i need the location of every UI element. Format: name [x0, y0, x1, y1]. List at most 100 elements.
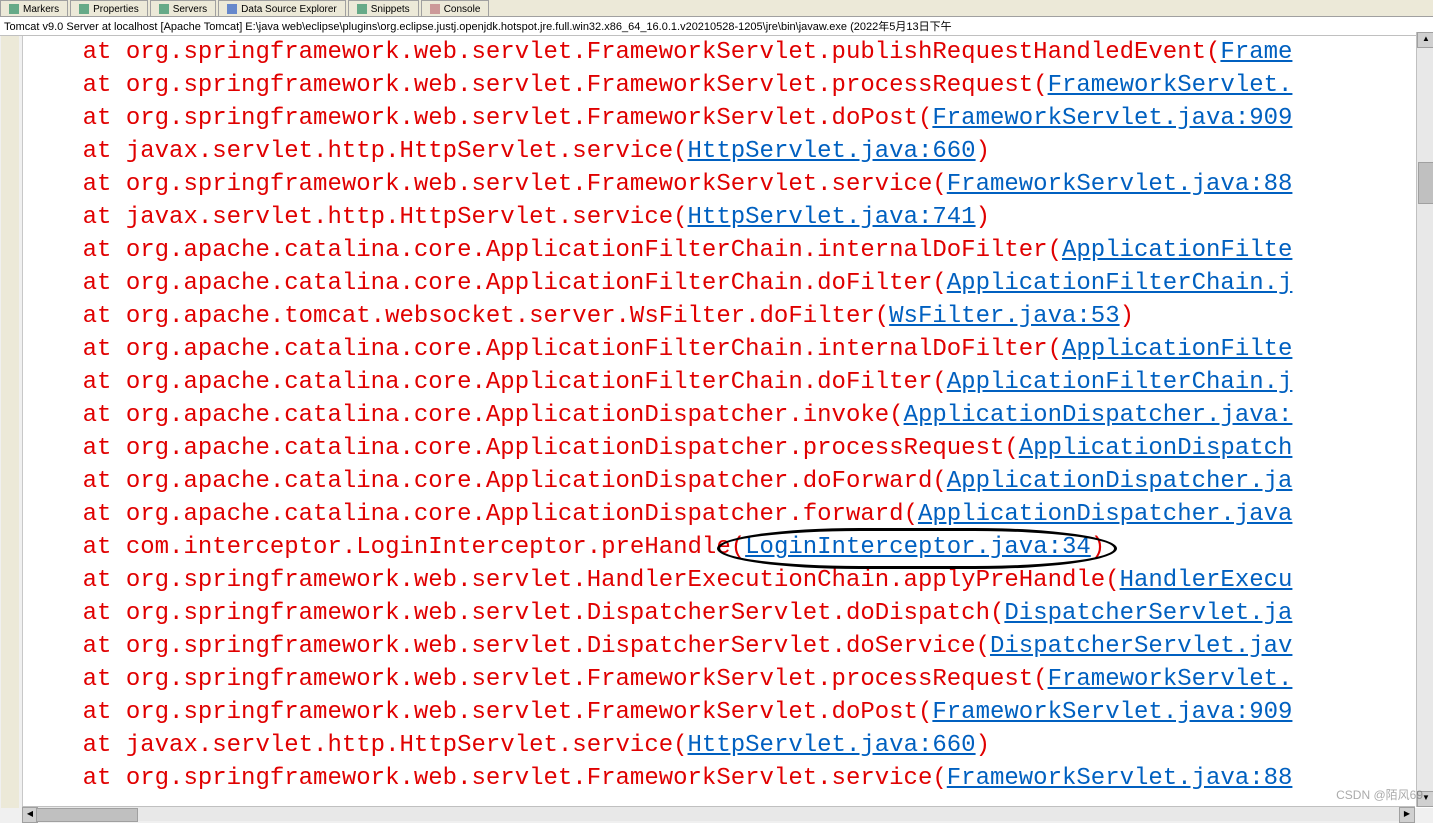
- stack-class-method: javax.servlet.http.HttpServlet.service: [126, 204, 673, 231]
- open-paren: (: [731, 534, 745, 561]
- scroll-up-arrow-icon[interactable]: ▲: [1417, 32, 1433, 48]
- open-paren: (: [932, 270, 946, 297]
- open-paren: (: [1033, 72, 1047, 99]
- stack-class-method: org.springframework.web.servlet.Framewor…: [126, 666, 1033, 693]
- stack-trace-line: at org.springframework.web.servlet.Frame…: [25, 69, 1433, 102]
- stack-source-link[interactable]: FrameworkServlet.java:909: [932, 105, 1292, 132]
- open-paren: (: [932, 765, 946, 792]
- stack-at-keyword: at: [25, 39, 126, 66]
- tab-servers[interactable]: Servers: [150, 0, 216, 16]
- open-paren: (: [1048, 237, 1062, 264]
- stack-at-keyword: at: [25, 204, 126, 231]
- stack-trace-line: at javax.servlet.http.HttpServlet.servic…: [25, 135, 1433, 168]
- stack-source-link[interactable]: ApplicationDispatcher.ja: [947, 468, 1293, 495]
- stack-trace-line: at org.apache.catalina.core.ApplicationD…: [25, 432, 1433, 465]
- scroll-thumb[interactable]: [1418, 162, 1433, 204]
- stack-class-method: org.springframework.web.servlet.Framewor…: [126, 765, 933, 792]
- tab-label: Snippets: [371, 4, 410, 15]
- stack-at-keyword: at: [25, 270, 126, 297]
- stack-source-link[interactable]: FrameworkServlet.java:88: [947, 171, 1293, 198]
- stack-source-link[interactable]: ApplicationDispatcher.java: [918, 501, 1292, 528]
- stack-trace-line: at org.apache.catalina.core.ApplicationF…: [25, 366, 1433, 399]
- stack-trace-line: at org.springframework.web.servlet.Frame…: [25, 102, 1433, 135]
- tab-label: Data Source Explorer: [241, 4, 337, 15]
- stack-trace-line: at org.apache.catalina.core.ApplicationF…: [25, 333, 1433, 366]
- stack-trace-line: at org.apache.catalina.core.ApplicationD…: [25, 399, 1433, 432]
- vertical-scrollbar[interactable]: ▲ ▼: [1416, 32, 1433, 807]
- stack-class-method: org.apache.catalina.core.ApplicationDisp…: [126, 468, 933, 495]
- stack-trace-line: at org.apache.catalina.core.ApplicationF…: [25, 267, 1433, 300]
- console-process-label: Tomcat v9.0 Server at localhost [Apache …: [0, 17, 1433, 36]
- stack-source-link[interactable]: Frame: [1220, 39, 1292, 66]
- stack-at-keyword: at: [25, 105, 126, 132]
- stack-source-link[interactable]: HandlerExecu: [1120, 567, 1293, 594]
- stack-trace-line: at org.springframework.web.servlet.Frame…: [25, 168, 1433, 201]
- stack-class-method: org.springframework.web.servlet.Framewor…: [126, 171, 933, 198]
- open-paren: (: [1033, 666, 1047, 693]
- stack-class-method: org.apache.catalina.core.ApplicationFilt…: [126, 336, 1048, 363]
- stack-at-keyword: at: [25, 402, 126, 429]
- stack-source-link[interactable]: HttpServlet.java:660: [688, 732, 976, 759]
- stack-at-keyword: at: [25, 534, 126, 561]
- stack-trace-line: at javax.servlet.http.HttpServlet.servic…: [25, 729, 1433, 762]
- tab-label: Markers: [23, 4, 59, 15]
- stack-class-method: org.springframework.web.servlet.Dispatch…: [126, 600, 990, 627]
- stack-class-method: com.interceptor.LoginInterceptor.preHand…: [126, 534, 731, 561]
- stack-at-keyword: at: [25, 600, 126, 627]
- stack-at-keyword: at: [25, 237, 126, 264]
- stack-source-link[interactable]: DispatcherServlet.jav: [990, 633, 1292, 660]
- stack-source-link[interactable]: FrameworkServlet.: [1048, 666, 1293, 693]
- stack-at-keyword: at: [25, 138, 126, 165]
- tab-label: Properties: [93, 4, 139, 15]
- tab-label: Console: [444, 4, 481, 15]
- stack-trace-line: at org.springframework.web.servlet.Frame…: [25, 663, 1433, 696]
- stack-class-method: javax.servlet.http.HttpServlet.service: [126, 732, 673, 759]
- stack-class-method: org.apache.catalina.core.ApplicationDisp…: [126, 402, 889, 429]
- stack-class-method: org.springframework.web.servlet.Framewor…: [126, 72, 1033, 99]
- stack-at-keyword: at: [25, 369, 126, 396]
- stack-source-link[interactable]: ApplicationFilterChain.j: [947, 270, 1293, 297]
- console-gutter: [1, 36, 19, 808]
- stack-source-link[interactable]: ApplicationFilte: [1062, 237, 1292, 264]
- open-paren: (: [1105, 567, 1119, 594]
- tab-console[interactable]: Console: [421, 0, 490, 16]
- open-paren: (: [1048, 336, 1062, 363]
- datasource-icon: [227, 4, 237, 14]
- stack-source-link[interactable]: HttpServlet.java:741: [688, 204, 976, 231]
- stack-source-link[interactable]: ApplicationFilterChain.j: [947, 369, 1293, 396]
- open-paren: (: [932, 468, 946, 495]
- stack-at-keyword: at: [25, 435, 126, 462]
- open-paren: (: [904, 501, 918, 528]
- console-view: at org.springframework.web.servlet.Frame…: [22, 36, 1433, 808]
- close-paren: ): [976, 138, 990, 165]
- stack-trace-line: at org.springframework.web.servlet.Frame…: [25, 762, 1433, 795]
- stack-source-link[interactable]: ApplicationFilte: [1062, 336, 1292, 363]
- stack-class-method: org.springframework.web.servlet.Framewor…: [126, 105, 918, 132]
- stack-source-link[interactable]: WsFilter.java:53: [889, 303, 1119, 330]
- stack-trace-line: at org.springframework.web.servlet.Handl…: [25, 564, 1433, 597]
- stack-source-link[interactable]: HttpServlet.java:660: [688, 138, 976, 165]
- stack-source-link[interactable]: ApplicationDispatcher.java:: [904, 402, 1293, 429]
- tab-markers[interactable]: Markers: [0, 0, 68, 16]
- stack-at-keyword: at: [25, 336, 126, 363]
- stack-source-link[interactable]: ApplicationDispatch: [1019, 435, 1293, 462]
- close-paren: ): [976, 204, 990, 231]
- stack-source-link[interactable]: DispatcherServlet.ja: [1004, 600, 1292, 627]
- stack-source-link[interactable]: FrameworkServlet.java:909: [932, 699, 1292, 726]
- stack-source-link[interactable]: FrameworkServlet.: [1048, 72, 1293, 99]
- open-paren: (: [673, 138, 687, 165]
- tab-label: Servers: [173, 4, 207, 15]
- tab-properties[interactable]: Properties: [70, 0, 148, 16]
- stack-at-keyword: at: [25, 72, 126, 99]
- stack-at-keyword: at: [25, 468, 126, 495]
- tab-data-source-explorer[interactable]: Data Source Explorer: [218, 0, 346, 16]
- tab-snippets[interactable]: Snippets: [348, 0, 419, 16]
- servers-icon: [159, 4, 169, 14]
- stack-source-link[interactable]: LoginInterceptor.java:34: [745, 534, 1091, 561]
- scroll-thumb[interactable]: [36, 808, 138, 822]
- stack-source-link[interactable]: FrameworkServlet.java:88: [947, 765, 1293, 792]
- console-output[interactable]: at org.springframework.web.servlet.Frame…: [23, 36, 1433, 808]
- stack-class-method: org.springframework.web.servlet.Dispatch…: [126, 633, 976, 660]
- horizontal-scrollbar[interactable]: ◀ ▶: [22, 806, 1415, 821]
- stack-class-method: org.springframework.web.servlet.HandlerE…: [126, 567, 1105, 594]
